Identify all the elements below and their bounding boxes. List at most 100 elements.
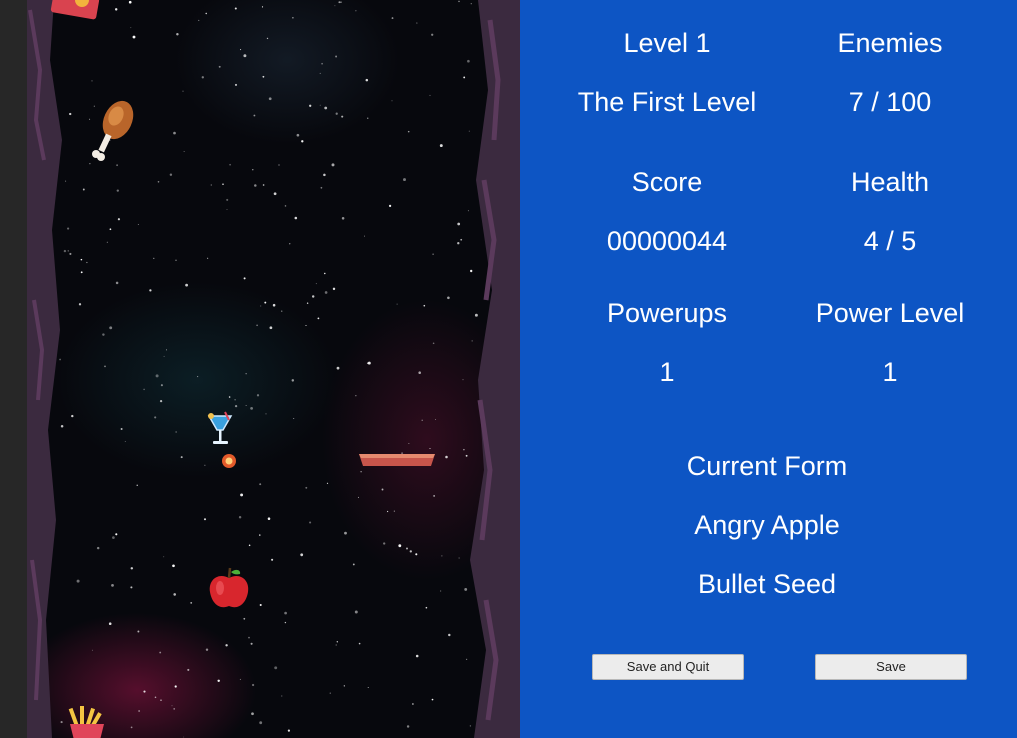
star: [355, 10, 357, 12]
star: [470, 269, 473, 273]
star: [252, 169, 254, 171]
current-form-value: Angry Apple: [694, 510, 840, 540]
star: [433, 495, 435, 497]
star: [365, 78, 369, 82]
star: [393, 510, 395, 512]
star: [63, 249, 67, 253]
star: [367, 117, 369, 119]
star: [259, 603, 262, 607]
star: [226, 198, 229, 201]
star: [183, 736, 185, 738]
hud-panel: Level 1 Enemies The First Level 7 / 100 …: [520, 0, 1017, 738]
star: [234, 83, 238, 86]
star: [319, 104, 321, 106]
save-button[interactable]: Save: [815, 654, 967, 680]
star: [67, 250, 69, 252]
star: [245, 405, 247, 406]
star: [163, 355, 165, 357]
star: [355, 395, 357, 397]
star: [174, 685, 177, 688]
health-label: Health: [850, 167, 930, 197]
star: [329, 692, 331, 694]
star: [321, 62, 323, 65]
power-level-label: Power Level: [815, 298, 965, 328]
star: [260, 305, 262, 307]
star: [217, 679, 220, 683]
star: [153, 257, 155, 260]
star: [59, 358, 61, 361]
pie-platform-icon: [359, 454, 435, 466]
star: [155, 374, 159, 378]
star: [340, 1, 342, 3]
star: [240, 493, 244, 497]
star: [309, 521, 312, 524]
star: [383, 542, 386, 545]
star: [360, 471, 362, 473]
star: [250, 407, 253, 410]
star: [138, 710, 140, 712]
star: [309, 104, 312, 107]
bullet-seed-icon: [222, 454, 236, 468]
star: [406, 725, 410, 728]
star: [467, 59, 470, 63]
star: [187, 668, 190, 671]
star: [259, 534, 261, 536]
star: [149, 289, 152, 292]
apple-icon[interactable]: [206, 566, 252, 612]
star: [324, 272, 326, 275]
star: [172, 564, 175, 568]
star: [218, 65, 221, 68]
star: [471, 340, 473, 342]
star: [82, 188, 85, 191]
star: [269, 326, 273, 330]
star: [120, 428, 123, 430]
score-label: Score: [631, 167, 703, 197]
star: [326, 482, 329, 484]
star: [267, 517, 271, 520]
level-name: The First Level: [577, 87, 757, 117]
star: [429, 94, 431, 96]
star: [458, 557, 460, 559]
star: [91, 80, 93, 82]
star: [124, 440, 126, 443]
star: [60, 424, 64, 428]
star: [69, 112, 72, 116]
star: [234, 399, 236, 401]
star: [115, 533, 118, 536]
star: [166, 349, 167, 351]
star: [143, 690, 146, 693]
star: [463, 448, 465, 451]
power-level-value: 1: [882, 357, 898, 387]
star: [159, 399, 163, 403]
star: [293, 417, 295, 420]
star: [198, 19, 200, 21]
star: [259, 483, 262, 486]
star: [176, 33, 179, 36]
game-viewport[interactable]: [0, 0, 520, 738]
star: [278, 164, 280, 166]
star: [274, 666, 278, 670]
star: [117, 218, 121, 221]
star: [238, 515, 242, 519]
star: [222, 183, 224, 186]
star: [185, 283, 189, 287]
star: [381, 488, 384, 491]
star: [262, 184, 265, 186]
star: [136, 484, 138, 486]
star: [80, 271, 83, 274]
star: [415, 654, 419, 658]
star: [116, 189, 119, 192]
star: [250, 642, 253, 645]
star: [240, 49, 242, 51]
star: [296, 133, 300, 137]
star: [197, 376, 199, 378]
save-and-quit-button[interactable]: Save and Quit: [592, 654, 744, 680]
star: [251, 683, 255, 687]
chicken-drumstick-icon: [92, 100, 134, 161]
star: [265, 413, 267, 415]
star: [447, 296, 450, 300]
powerups-value: 1: [659, 357, 675, 387]
star: [306, 302, 309, 304]
star: [130, 726, 133, 729]
star: [432, 342, 435, 345]
